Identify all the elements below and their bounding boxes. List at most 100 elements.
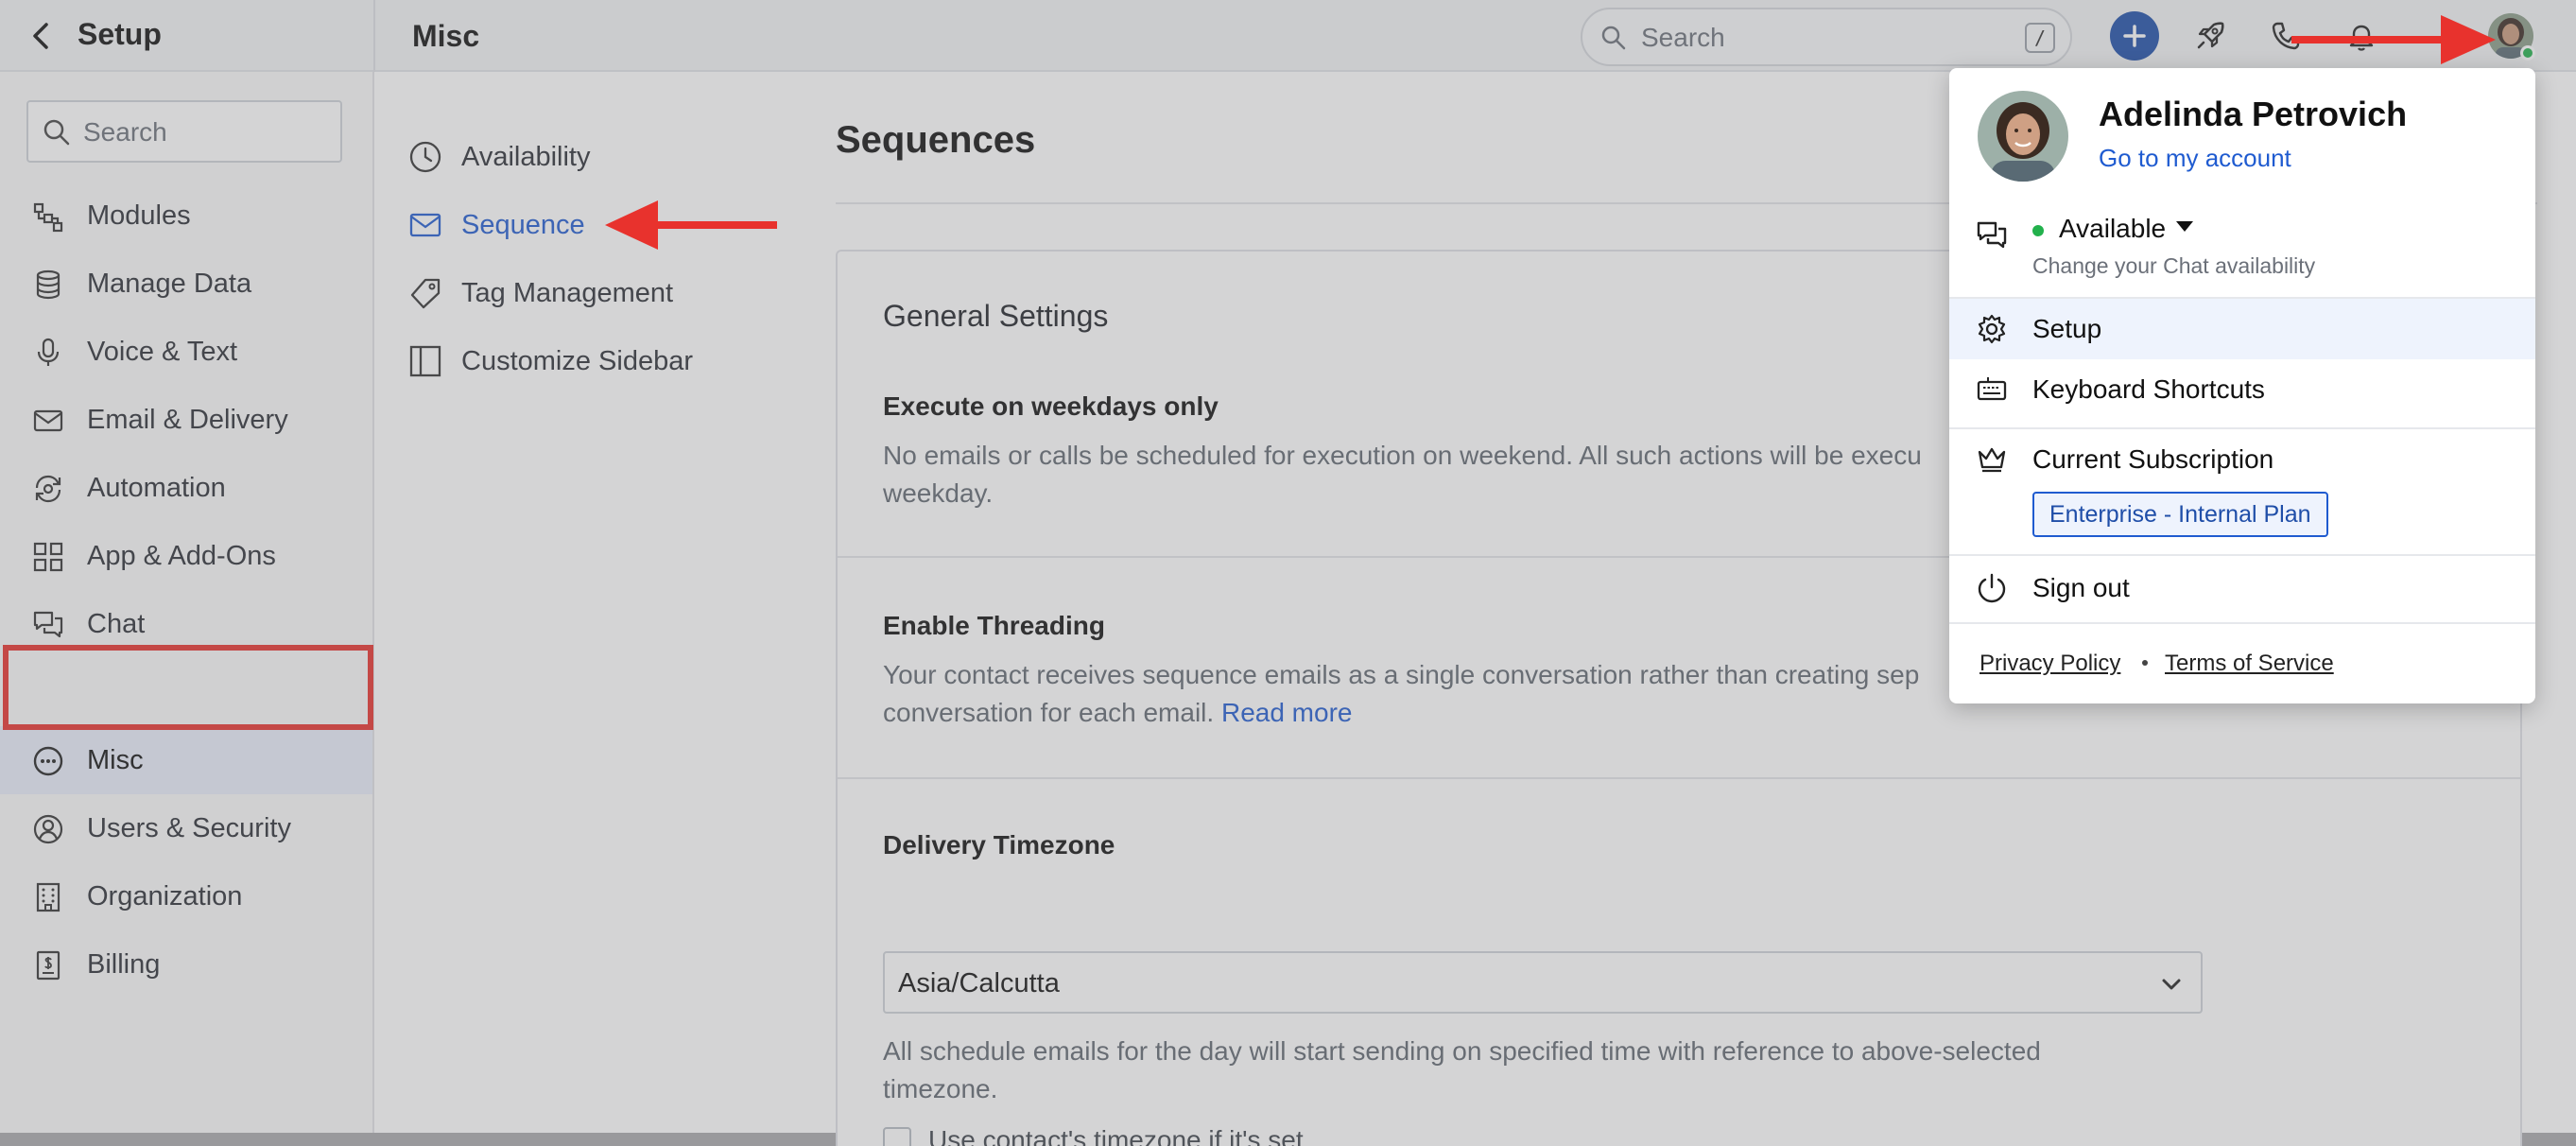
sidebar-item-automation[interactable]: Automation	[0, 454, 372, 522]
threading-description-text: conversation for each email.	[883, 698, 1215, 727]
sidebar-item-label: Voice & Text	[87, 337, 238, 367]
sidebar-item-label: Manage Data	[87, 269, 252, 299]
threading-title: Enable Threading	[883, 611, 1105, 640]
user-circle-icon	[32, 813, 64, 845]
sidebar-item-label: Billing	[87, 949, 161, 980]
plus-icon	[2123, 25, 2146, 47]
building-icon	[32, 881, 64, 913]
power-icon	[1976, 572, 2008, 604]
keyboard-icon	[1976, 373, 2008, 406]
subnav-item-label: Availability	[461, 142, 591, 172]
timezone-description: All schedule emails for the day will sta…	[883, 1033, 2206, 1108]
profile-menu: Adelinda Petrovich Go to my account Avai…	[1949, 68, 2535, 703]
more-circle-icon	[32, 745, 64, 777]
search-shortcut-key: /	[2025, 23, 2055, 53]
gear-icon	[1976, 313, 2008, 345]
plan-badge: Enterprise - Internal Plan	[2032, 492, 2328, 537]
weekdays-title: Execute on weekdays only	[883, 391, 1219, 421]
sidebar-item-label: Automation	[87, 473, 226, 503]
clock-icon	[408, 140, 442, 174]
add-button[interactable]	[2110, 11, 2159, 61]
database-icon	[32, 269, 64, 301]
footer-separator	[2142, 660, 2148, 666]
search-icon	[1599, 24, 1628, 52]
card-title: General Settings	[883, 299, 1109, 333]
sidebar-search-input[interactable]	[83, 113, 329, 151]
availability-dot	[2032, 225, 2044, 236]
search-icon	[42, 117, 72, 148]
subnav-item-label: Tag Management	[461, 278, 674, 308]
tag-icon	[408, 276, 442, 310]
modules-icon	[32, 200, 64, 233]
top-bar: Setup Misc /	[0, 0, 2576, 72]
menu-divider	[1949, 622, 2535, 624]
availability-status[interactable]: Available	[2059, 214, 2166, 244]
phone-icon[interactable]	[2261, 11, 2310, 61]
topbar-divider	[373, 0, 375, 72]
timezone-description-line2: timezone.	[883, 1074, 998, 1103]
crown-icon	[1976, 443, 2008, 475]
global-search-input[interactable]	[1641, 19, 1981, 57]
timezone-title: Delivery Timezone	[883, 830, 1115, 860]
sidebar-item-label: Organization	[87, 881, 243, 912]
billing-icon	[32, 949, 64, 981]
sidebar-item-users-security[interactable]: Users & Security	[0, 794, 372, 862]
privacy-policy-link[interactable]: Privacy Policy	[1980, 651, 2120, 677]
subnav-item-label: Sequence	[461, 210, 585, 240]
section-divider	[838, 777, 2520, 779]
sidebar-item-app-addons[interactable]: App & Add-Ons	[0, 522, 372, 590]
global-search[interactable]: /	[1581, 8, 2072, 66]
sidebar-item-voice-text[interactable]: Voice & Text	[0, 318, 372, 386]
chevron-left-icon[interactable]	[23, 17, 61, 55]
sidebar-item-label: Users & Security	[87, 813, 291, 843]
setup-title: Setup	[78, 17, 162, 51]
sidebar-item-label: Email & Delivery	[87, 405, 288, 435]
sidebar-item-label: Chat	[87, 609, 146, 639]
rocket-icon[interactable]	[2186, 11, 2235, 61]
sidebar-item-modules[interactable]: Modules	[0, 182, 372, 250]
menu-item-label: Keyboard Shortcuts	[2032, 374, 2265, 404]
sidebar-layout-icon	[408, 344, 442, 378]
sidebar-item-chat[interactable]: Chat	[0, 590, 372, 658]
sidebar-item-label: Misc	[87, 745, 144, 775]
subnav-item-label: Customize Sidebar	[461, 346, 693, 376]
menu-item-setup[interactable]: Setup	[1949, 299, 2535, 359]
sidebar-search[interactable]	[26, 100, 342, 163]
go-to-account-link[interactable]: Go to my account	[2099, 144, 2291, 173]
sidebar-item-billing[interactable]: Billing	[0, 930, 372, 998]
menu-item-label: Sign out	[2032, 573, 2130, 602]
caret-down-icon[interactable]	[2176, 221, 2193, 232]
sidebar-item-label: Modules	[87, 200, 191, 231]
contact-timezone-checkbox[interactable]	[883, 1127, 911, 1146]
read-more-link[interactable]: Read more	[1221, 698, 1353, 727]
online-status-dot	[2520, 45, 2535, 61]
terms-of-service-link[interactable]: Terms of Service	[2165, 651, 2334, 677]
sidebar-item-label: App & Add-Ons	[87, 541, 276, 571]
sidebar-item-manage-data[interactable]: Manage Data	[0, 250, 372, 318]
microphone-icon	[32, 337, 64, 369]
grid-icon	[32, 541, 64, 573]
timezone-selected-value: Asia/Calcutta	[898, 968, 1060, 998]
profile-name: Adelinda Petrovich	[2099, 95, 2408, 133]
chat-icon	[32, 609, 64, 641]
section-title: Sequences	[836, 119, 1036, 161]
page-title: Misc	[412, 19, 480, 53]
menu-item-label: Setup	[2032, 314, 2102, 343]
chat-icon	[1976, 219, 2008, 252]
envelope-icon	[408, 208, 442, 242]
menu-item-keyboard-shortcuts[interactable]: Keyboard Shortcuts	[1949, 359, 2535, 420]
bell-icon[interactable]	[2337, 11, 2386, 61]
availability-hint: Change your Chat availability	[2032, 253, 2316, 278]
chevron-down-icon	[2159, 972, 2184, 997]
sidebar-item-misc[interactable]: Misc	[0, 726, 372, 794]
avatar	[1978, 91, 2068, 182]
timezone-select[interactable]: Asia/Calcutta	[883, 951, 2203, 1014]
menu-item-sign-out[interactable]: Sign out	[1949, 556, 2535, 620]
envelope-icon	[32, 405, 64, 437]
automation-icon	[32, 473, 64, 505]
timezone-description-line1: All schedule emails for the day will sta…	[883, 1036, 2041, 1066]
sidebar-item-organization[interactable]: Organization	[0, 862, 372, 930]
settings-sidebar: Modules Manage Data Voice & Text Email &…	[0, 72, 374, 1133]
menu-item-label: Current Subscription	[2032, 444, 2274, 474]
sidebar-item-email-delivery[interactable]: Email & Delivery	[0, 386, 372, 454]
